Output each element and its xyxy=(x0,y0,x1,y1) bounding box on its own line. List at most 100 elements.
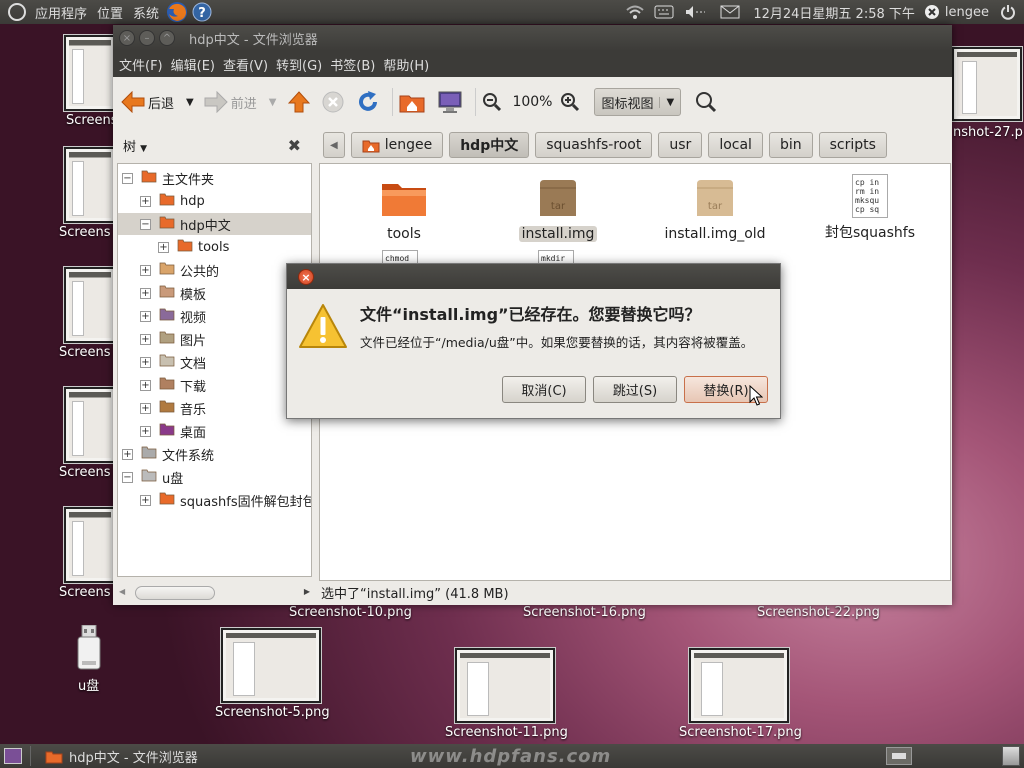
file-item-install-img-old[interactable]: tar install.img_old xyxy=(645,178,785,242)
dialog-titlebar[interactable]: × xyxy=(287,264,780,289)
maximize-window-button[interactable]: ^ xyxy=(159,30,175,46)
collapse-icon[interactable]: − xyxy=(140,218,151,230)
expand-icon[interactable]: + xyxy=(140,379,151,391)
menu-go[interactable]: 转到(G) xyxy=(272,55,326,74)
show-desktop-icon[interactable] xyxy=(4,748,22,764)
window-titlebar[interactable]: × – ^ hdp中文 - 文件浏览器 xyxy=(113,25,952,51)
menu-system[interactable]: 系统 xyxy=(128,3,164,22)
breadcrumb-local[interactable]: local xyxy=(708,132,763,158)
close-window-button[interactable]: × xyxy=(119,30,135,46)
tree-item-pictures[interactable]: + 图片 xyxy=(140,328,206,350)
minimize-window-button[interactable]: – xyxy=(139,30,155,46)
expand-icon[interactable]: + xyxy=(140,425,151,437)
desktop-screenshot-thumbnail[interactable] xyxy=(64,507,116,583)
volume-icon[interactable] xyxy=(684,5,706,19)
menu-bookmarks[interactable]: 书签(B) xyxy=(326,55,379,74)
file-item-install-img[interactable]: tar install.img xyxy=(488,178,628,242)
expand-icon[interactable]: + xyxy=(140,333,151,345)
tree-item-desktop[interactable]: + 桌面 xyxy=(140,420,206,442)
sidebar-horizontal-scrollbar[interactable]: ◀ ▶ xyxy=(117,583,312,603)
user-status-icon[interactable] xyxy=(924,4,940,20)
desktop-screenshot-thumbnail[interactable] xyxy=(689,648,789,723)
scrollbar-thumb[interactable] xyxy=(135,586,215,600)
breadcrumb-bin[interactable]: bin xyxy=(768,132,813,158)
tree-item-filesystem[interactable]: + 文件系统 xyxy=(122,443,214,465)
menu-help[interactable]: 帮助(H) xyxy=(379,55,433,74)
search-button[interactable] xyxy=(695,91,717,113)
zoom-in-button[interactable] xyxy=(560,92,580,112)
tree-item-public[interactable]: + 公共的 xyxy=(140,259,219,281)
file-item-pack-squashfs[interactable]: cp in rm in mksqu cp sq 封包squashfs xyxy=(800,174,940,242)
tree-item-tools[interactable]: + tools xyxy=(158,236,229,258)
menu-file[interactable]: 文件(F) xyxy=(115,55,167,74)
stop-button[interactable] xyxy=(322,91,344,113)
desktop-screenshot-thumbnail[interactable] xyxy=(455,648,555,723)
trash-icon[interactable] xyxy=(1002,746,1020,766)
tree-item-usb[interactable]: − u盘 xyxy=(122,466,183,488)
mail-icon[interactable] xyxy=(720,5,740,19)
desktop-screenshot-thumbnail[interactable] xyxy=(64,387,116,463)
power-icon[interactable] xyxy=(1000,4,1016,20)
usb-drive-icon[interactable] xyxy=(74,624,104,675)
breadcrumb-squashfs-root[interactable]: squashfs-root xyxy=(535,132,653,158)
menu-places[interactable]: 位置 xyxy=(92,3,128,22)
expand-icon[interactable]: + xyxy=(140,494,151,506)
file-item-tools[interactable]: tools xyxy=(334,178,474,242)
breadcrumb-scripts[interactable]: scripts xyxy=(818,132,887,158)
back-history-dropdown-icon[interactable]: ▼ xyxy=(186,97,194,108)
collapse-icon[interactable]: − xyxy=(122,172,133,184)
close-sidebar-icon[interactable]: ✖ xyxy=(288,136,301,155)
keyboard-icon[interactable] xyxy=(654,5,674,19)
tree-item-downloads[interactable]: + 下载 xyxy=(140,374,206,396)
expand-icon[interactable]: + xyxy=(140,287,151,299)
expand-icon[interactable]: + xyxy=(140,195,151,207)
zoom-out-button[interactable] xyxy=(482,92,502,112)
desktop-screenshot-thumbnail[interactable] xyxy=(64,267,116,343)
skip-button[interactable]: 跳过(S) xyxy=(593,376,677,403)
expand-icon[interactable]: + xyxy=(140,310,151,322)
tree-item-videos[interactable]: + 视频 xyxy=(140,305,206,327)
tree-item-templates[interactable]: + 模板 xyxy=(140,282,206,304)
tree-item-squashfs[interactable]: + squashfs固件解包封包 xyxy=(140,489,311,511)
tree-item-hdp-cn[interactable]: − hdp中文 xyxy=(118,213,311,235)
collapse-icon[interactable]: − xyxy=(122,471,133,483)
scroll-right-icon[interactable]: ▶ xyxy=(304,587,310,596)
tree-item-hdp[interactable]: + hdp xyxy=(140,190,205,212)
workspace-switcher[interactable] xyxy=(886,747,912,765)
breadcrumb-usr[interactable]: usr xyxy=(658,132,703,158)
desktop-screenshot-thumbnail[interactable] xyxy=(64,35,116,111)
expand-icon[interactable]: + xyxy=(140,356,151,368)
help-icon[interactable]: ? xyxy=(192,2,212,22)
menu-edit[interactable]: 编辑(E) xyxy=(167,55,219,74)
expand-icon[interactable]: + xyxy=(158,241,169,253)
tree-item-documents[interactable]: + 文档 xyxy=(140,351,206,373)
desktop-screenshot-thumbnail[interactable] xyxy=(952,47,1022,121)
user-name[interactable]: lengee xyxy=(940,5,994,20)
tree-item-home[interactable]: − 主文件夹 xyxy=(122,167,214,189)
tree-item-music[interactable]: + 音乐 xyxy=(140,397,206,419)
expand-icon[interactable]: + xyxy=(140,402,151,414)
menu-view[interactable]: 查看(V) xyxy=(219,55,272,74)
sidebar-type-select[interactable]: 树 ▼ xyxy=(123,136,147,155)
home-button[interactable] xyxy=(399,91,425,113)
forward-button[interactable]: 前进 xyxy=(204,91,257,113)
expand-icon[interactable]: + xyxy=(122,448,133,460)
breadcrumb-hdp-cn[interactable]: hdp中文 xyxy=(449,132,530,158)
forward-history-dropdown-icon[interactable]: ▼ xyxy=(269,97,277,108)
cancel-button[interactable]: 取消(C) xyxy=(502,376,586,403)
breadcrumb-lengee[interactable]: lengee xyxy=(350,132,444,158)
clock[interactable]: 12月24日星期五 2:58 下午 xyxy=(748,3,920,22)
menu-applications[interactable]: 应用程序 xyxy=(30,3,92,22)
taskbar-button-file-browser[interactable]: hdp中文 - 文件浏览器 xyxy=(39,746,204,766)
breadcrumb-scroll-left[interactable]: ◀ xyxy=(323,132,345,158)
reload-button[interactable] xyxy=(356,90,380,114)
desktop-screenshot-thumbnail[interactable] xyxy=(64,147,116,223)
back-button[interactable]: 后退 xyxy=(121,91,174,113)
computer-button[interactable] xyxy=(437,90,463,114)
up-button[interactable] xyxy=(288,91,311,113)
view-mode-select[interactable]: 图标视图 ▼ xyxy=(594,88,682,116)
network-wifi-icon[interactable] xyxy=(626,4,645,20)
desktop-screenshot-thumbnail[interactable] xyxy=(221,628,321,703)
ubuntu-logo-icon[interactable] xyxy=(8,3,26,21)
firefox-icon[interactable] xyxy=(166,1,188,23)
